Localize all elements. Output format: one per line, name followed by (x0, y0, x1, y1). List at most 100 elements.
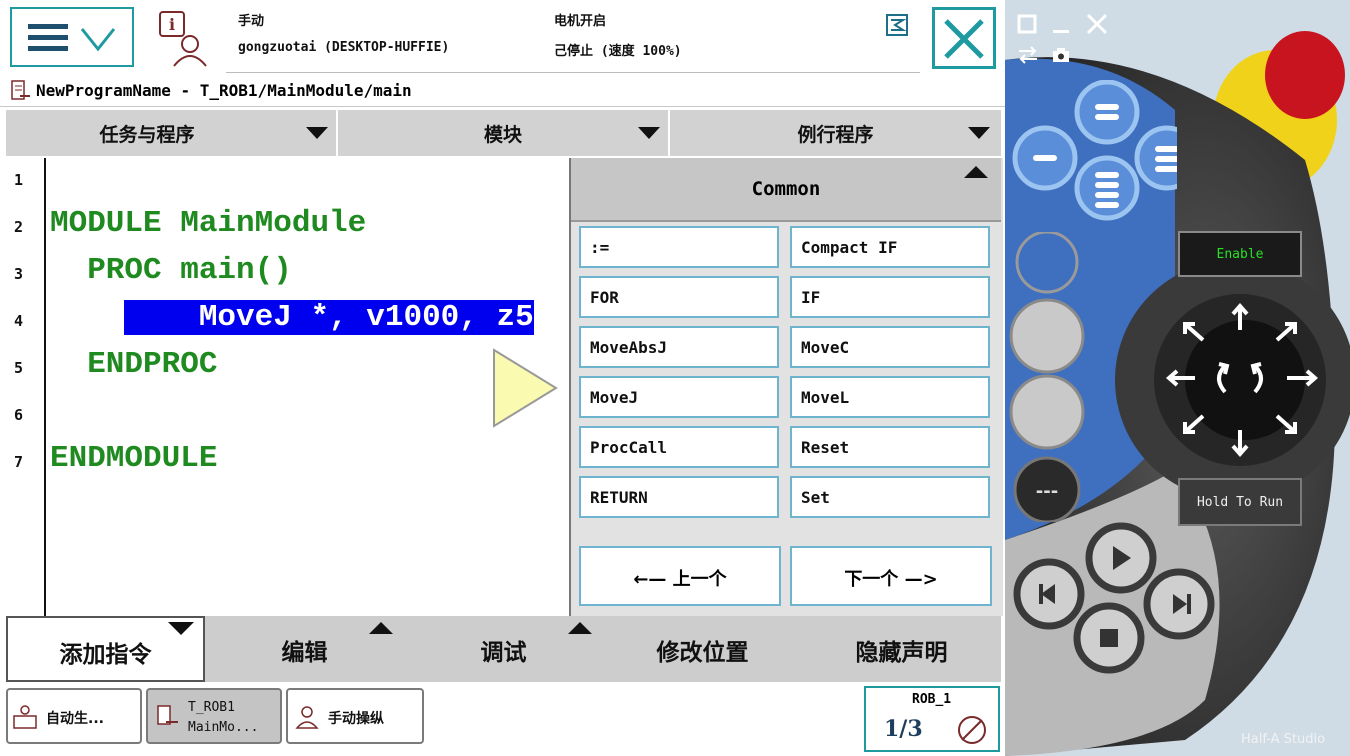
event-log-icon[interactable] (886, 14, 908, 36)
abb-menu-button[interactable] (10, 7, 134, 67)
program-path-bar: NewProgramName - T_ROB1/MainModule/main (0, 76, 1005, 107)
hold-to-run-button[interactable]: Hold To Run (1178, 478, 1302, 526)
collapse-panel-arrow-icon[interactable] (490, 346, 560, 430)
instruction-button[interactable]: := (579, 226, 779, 268)
task-label: 手动操纵 (328, 711, 384, 727)
code-line[interactable]: ENDPROC (50, 347, 217, 382)
mechanical-unit-keys[interactable]: --- (1009, 232, 1089, 522)
production-icon (13, 705, 37, 729)
modify-position-button[interactable]: 修改位置 (603, 616, 802, 682)
swap-icon[interactable] (1017, 46, 1039, 64)
station-name: gongzuotai (DESKTOP-HUFFIE) (238, 40, 450, 55)
status-bar[interactable]: 手动 gongzuotai (DESKTOP-HUFFIE) 电机开启 己停止 … (226, 4, 920, 73)
top-bar: i 手动 gongzuotai (DESKTOP-HUFFIE) 电机开启 己停… (0, 0, 1005, 74)
camera-icon[interactable] (1051, 46, 1071, 64)
line-number: 1 (14, 171, 24, 189)
line-number-gutter: 1 2 3 4 5 6 7 (6, 158, 46, 616)
svg-text:---: --- (1036, 481, 1058, 502)
menu-icon (28, 24, 116, 52)
code-line[interactable]: ENDMODULE (50, 441, 217, 476)
program-path: NewProgramName - T_ROB1/MainModule/main (36, 81, 412, 100)
instruction-button[interactable]: FOR (579, 276, 779, 318)
instruction-label: := (590, 238, 610, 257)
hide-declarations-button[interactable]: 隐藏声明 (802, 616, 1001, 682)
instruction-button[interactable]: Reset (790, 426, 990, 468)
task-label: 自动生... (46, 711, 104, 727)
flexpendant-screen: i 手动 gongzuotai (DESKTOP-HUFFIE) 电机开启 己停… (0, 0, 1005, 756)
chevron-down-icon (638, 127, 660, 139)
motor-state: 电机开启 (554, 14, 607, 29)
restore-window-icon[interactable] (1015, 12, 1039, 36)
operating-mode: 手动 (238, 14, 265, 29)
line-number: 5 (14, 359, 24, 377)
instruction-label: Compact IF (801, 238, 898, 257)
command-label: 调试 (480, 640, 527, 666)
instruction-label: FOR (590, 288, 619, 307)
instruction-label: RETURN (590, 488, 648, 507)
code-area[interactable]: MODULE MainModule PROC main() MoveJ *, v… (50, 158, 569, 616)
taskbar-jogging-window[interactable]: 手动操纵 (286, 688, 424, 744)
command-label: 隐藏声明 (855, 640, 948, 666)
tasks-and-programs-dropdown[interactable]: 任务与程序 (6, 110, 338, 156)
edit-button[interactable]: 编辑 (205, 616, 404, 682)
enable-button[interactable]: Enable (1178, 231, 1302, 277)
previous-page-button[interactable]: ←— 上一个 (579, 546, 781, 606)
instruction-button[interactable]: MoveL (790, 376, 990, 418)
instruction-button[interactable]: ProcCall (579, 426, 779, 468)
dropdown-label: 模块 (483, 124, 522, 146)
instruction-label: IF (801, 288, 821, 307)
code-line-selected[interactable]: MoveJ *, v1000, z5 (50, 300, 534, 335)
taskbar-production-window[interactable]: 自动生... (6, 688, 142, 744)
category-header[interactable]: Common (571, 158, 1001, 222)
instruction-button[interactable]: Set (790, 476, 990, 518)
quickset-button[interactable]: ROB_1 1/3 (864, 686, 1000, 752)
minimize-window-icon[interactable] (1049, 12, 1073, 36)
command-label: 编辑 (281, 640, 328, 666)
robot-unit: ROB_1 (912, 692, 952, 707)
category-title: Common (751, 178, 821, 200)
command-label: 添加指令 (59, 642, 152, 668)
close-icon (944, 19, 984, 59)
command-bar: 添加指令 编辑 调试 修改位置 隐藏声明 (6, 616, 1001, 682)
taskbar: 自动生... T_ROB1 MainMo... 手动操纵 ROB_1 1/3 (0, 684, 1005, 756)
joystick[interactable] (1155, 300, 1325, 460)
selected-instruction[interactable]: MoveJ *, v1000, z5 (124, 300, 534, 335)
instruction-label: ProcCall (590, 438, 668, 457)
chevron-down-icon (306, 127, 328, 139)
code-line[interactable]: PROC main() (50, 253, 292, 288)
program-editor-icon (11, 80, 30, 100)
debug-button[interactable]: 调试 (404, 616, 603, 682)
program-editor-icon (157, 705, 178, 725)
instruction-button[interactable]: IF (790, 276, 990, 318)
taskbar-program-editor[interactable]: T_ROB1 MainMo... (146, 688, 282, 744)
enable-label: Enable (1216, 247, 1264, 262)
instruction-button[interactable]: Compact IF (790, 226, 990, 268)
chevron-down-icon (968, 127, 990, 139)
instruction-button[interactable]: MoveJ (579, 376, 779, 418)
add-instruction-button[interactable]: 添加指令 (6, 616, 205, 682)
operator-info-icon[interactable]: i (154, 10, 214, 68)
instruction-picker-panel: Common := Compact IF FOR IF MoveAbsJ Mov… (569, 158, 1003, 616)
task-sublabel: MainMo... (188, 720, 259, 735)
jogging-icon (295, 706, 319, 729)
instruction-button[interactable]: RETURN (579, 476, 779, 518)
watermark: Half-A Studio (1241, 732, 1326, 747)
next-label: 下一个 —> (844, 569, 938, 590)
previous-label: ←— 上一个 (633, 569, 727, 590)
close-window-icon[interactable] (1083, 10, 1111, 38)
instruction-label: Reset (801, 438, 850, 457)
programmable-keys[interactable] (1007, 80, 1177, 230)
instruction-button[interactable]: MoveAbsJ (579, 326, 779, 368)
command-label: 修改位置 (656, 640, 749, 666)
program-run-keys[interactable] (1009, 520, 1229, 690)
chevron-down-icon (168, 622, 194, 635)
code-line[interactable]: MODULE MainModule (50, 206, 366, 241)
next-page-button[interactable]: 下一个 —> (790, 546, 992, 606)
routines-dropdown[interactable]: 例行程序 (670, 110, 1001, 156)
close-button[interactable] (932, 7, 996, 69)
increment-fraction: 1/3 (884, 716, 923, 742)
instruction-label: MoveAbsJ (590, 338, 668, 357)
instruction-button[interactable]: MoveC (790, 326, 990, 368)
modules-dropdown[interactable]: 模块 (338, 110, 670, 156)
pendant-hardware: --- Enable Hold To Run Half-A Studio (1005, 0, 1350, 756)
